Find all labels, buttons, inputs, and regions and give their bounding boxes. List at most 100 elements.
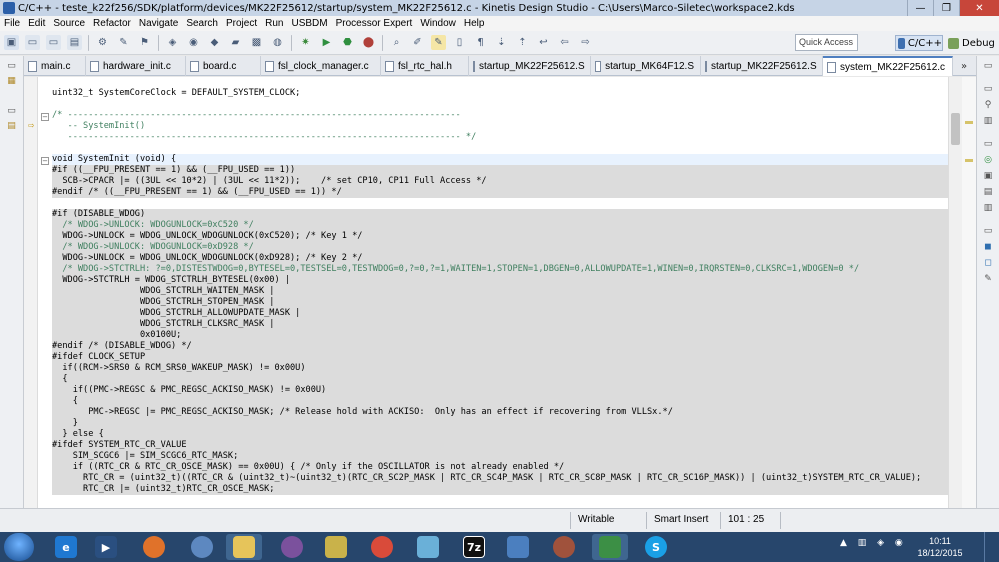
tab-fsl-clock-manager-c[interactable]: fsl_clock_manager.c (261, 56, 381, 76)
taskbar-firefox[interactable] (136, 534, 172, 560)
tab-startup-mk64f12-s[interactable]: startup_MK64F12.S (591, 56, 701, 76)
taskbar-clock[interactable]: 10:11 18/12/2015 (910, 535, 970, 559)
minimize-button[interactable]: — (907, 0, 933, 16)
close-button[interactable]: ✕ (959, 0, 999, 16)
menu-window[interactable]: Window (420, 18, 456, 29)
debug-config-icon[interactable]: ⚑ (137, 35, 152, 50)
mark-occurrences-icon[interactable]: ✎ (431, 35, 446, 50)
fold-toggle[interactable]: − (41, 157, 49, 165)
taskbar-app[interactable] (500, 534, 536, 560)
restore-icon[interactable]: ▭ (6, 61, 18, 71)
console-icon[interactable]: ▣ (982, 171, 994, 182)
taskbar-thunderbird[interactable] (184, 534, 220, 560)
open-task-icon[interactable]: ✐ (410, 35, 425, 50)
code-editor[interactable]: ⇨ − − uint32_t SystemCoreClock = DEFAULT… (24, 77, 976, 508)
restore-icon[interactable]: ▭ (982, 61, 994, 72)
save-icon[interactable]: ▭ (25, 35, 40, 50)
menu-run[interactable]: Run (265, 18, 283, 29)
search-icon[interactable]: ⌕ (389, 35, 404, 50)
fold-toggle[interactable]: − (41, 113, 49, 121)
forward-icon[interactable]: ⇨ (578, 35, 593, 50)
tab-startup-mk22f25612-s[interactable]: startup_MK22F25612.S (469, 56, 591, 76)
taskbar-notepad[interactable] (410, 534, 446, 560)
new-source-icon[interactable]: ▩ (249, 35, 264, 50)
restore-icon[interactable]: ▭ (982, 84, 994, 95)
run-icon[interactable]: ▶ (319, 35, 334, 50)
tab-board-c[interactable]: board.c (186, 56, 261, 76)
taskbar-unknown-app[interactable] (318, 534, 354, 560)
scrollbar-thumb[interactable] (951, 113, 960, 145)
tabs-overflow-button[interactable]: » (953, 56, 975, 76)
save-all-icon[interactable]: ▭ (46, 35, 61, 50)
component-icon[interactable]: ◉ (186, 35, 201, 50)
project-explorer-icon[interactable]: ▦ (6, 76, 18, 86)
tab-hardware-init-c[interactable]: hardware_init.c (86, 56, 186, 76)
last-edit-icon[interactable]: ↩ (536, 35, 551, 50)
overview-marker[interactable] (965, 121, 973, 124)
menu-project[interactable]: Project (226, 18, 257, 29)
restore-icon[interactable]: ▭ (6, 106, 18, 116)
menu-file[interactable]: File (4, 18, 20, 29)
taskbar-viber[interactable] (274, 534, 310, 560)
run-config-icon[interactable]: ⬣ (340, 35, 355, 50)
tab-main-c[interactable]: main.c (24, 56, 86, 76)
registers-icon[interactable]: ◻ (982, 258, 994, 269)
overview-marker[interactable] (965, 159, 973, 162)
menu-navigate[interactable]: Navigate (139, 18, 178, 29)
expressions-icon[interactable]: ✎ (982, 274, 994, 285)
print-icon[interactable]: ▤ (67, 35, 82, 50)
taskbar-skype[interactable]: S (638, 534, 674, 560)
open-type-icon[interactable]: ◍ (270, 35, 285, 50)
perspective-cpp-button[interactable]: C/C++ (895, 35, 943, 51)
menu-processor-expert[interactable]: Processor Expert (336, 18, 413, 29)
show-desktop-button[interactable] (984, 532, 999, 562)
outline-view-icon[interactable]: ◎ (982, 155, 994, 166)
new-icon[interactable]: ▣ (4, 35, 19, 50)
build-settings-icon[interactable]: ⚙ (95, 35, 110, 50)
menu-usbdm[interactable]: USBDM (291, 18, 327, 29)
taskbar-kds[interactable] (592, 534, 628, 560)
memory-icon[interactable]: ◼ (982, 242, 994, 253)
start-button[interactable] (4, 533, 34, 561)
taskbar-chrome[interactable] (364, 534, 400, 560)
outline-icon[interactable]: ▤ (6, 121, 18, 131)
perspective-debug-label: Debug (962, 37, 995, 49)
components-icon[interactable]: ⚲ (982, 100, 994, 111)
code-area[interactable]: uint32_t SystemCoreClock = DEFAULT_SYSTE… (52, 77, 948, 508)
processor-expert-icon[interactable]: ◈ (165, 35, 180, 50)
tab-system-mk22f25612-c[interactable]: system_MK22F25612.c (823, 56, 953, 76)
tab-startup-mk22f25612-s-2[interactable]: startup_MK22F25612.S (701, 56, 823, 76)
menu-refactor[interactable]: Refactor (93, 18, 131, 29)
system-tray-icons[interactable]: ▲ ▥ ◈ ◉ (840, 538, 907, 548)
new-class-icon[interactable]: ◆ (207, 35, 222, 50)
back-icon[interactable]: ⇦ (557, 35, 572, 50)
new-folder-icon[interactable]: ▰ (228, 35, 243, 50)
perspective-debug-button[interactable]: Debug (948, 35, 995, 51)
maximize-button[interactable]: ❐ (933, 0, 959, 16)
taskbar-ie[interactable]: e (48, 534, 84, 560)
menu-help[interactable]: Help (464, 18, 485, 29)
code-line: /* -------------------------------------… (52, 110, 461, 120)
menu-search[interactable]: Search (186, 18, 218, 29)
taskbar-7zip[interactable]: 7z (456, 534, 492, 560)
annotation-next-icon[interactable]: ⇣ (494, 35, 509, 50)
quick-access-input[interactable]: Quick Access (795, 34, 858, 51)
external-tools-icon[interactable]: ✷ (298, 35, 313, 50)
vertical-scrollbar[interactable] (948, 77, 962, 508)
show-whitespace-icon[interactable]: ¶ (473, 35, 488, 50)
taskbar-explorer[interactable] (226, 534, 262, 560)
problems-icon[interactable]: ▤ (982, 187, 994, 198)
taskbar-media[interactable]: ▶ (88, 534, 124, 560)
build-icon[interactable]: ✎ (116, 35, 131, 50)
restore-icon[interactable]: ▭ (982, 139, 994, 150)
tab-fsl-rtc-hal-h[interactable]: fsl_rtc_hal.h (381, 56, 469, 76)
menu-edit[interactable]: Edit (28, 18, 45, 29)
debug-icon[interactable]: ⬤ (361, 35, 376, 50)
annotation-prev-icon[interactable]: ⇡ (515, 35, 530, 50)
restore-icon[interactable]: ▭ (982, 226, 994, 237)
library-icon[interactable]: ▥ (982, 116, 994, 127)
toggle-block-icon[interactable]: ▯ (452, 35, 467, 50)
tasks-icon[interactable]: ▥ (982, 203, 994, 214)
menu-source[interactable]: Source (53, 18, 85, 29)
taskbar-app[interactable] (546, 534, 582, 560)
